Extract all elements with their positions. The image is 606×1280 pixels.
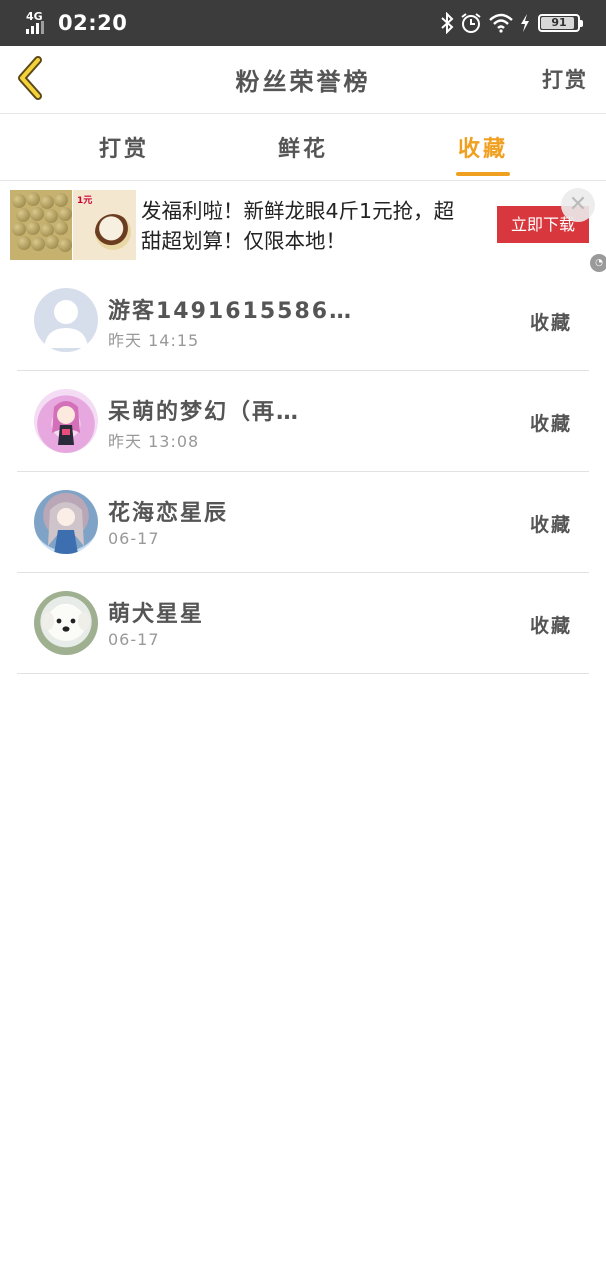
header: 粉丝荣誉榜 打赏	[0, 46, 606, 114]
fan-action: 收藏	[529, 413, 572, 435]
tab-bar: 打赏 鲜花 收藏	[0, 115, 606, 181]
user-silhouette-icon	[44, 300, 88, 348]
ad-close-icon[interactable]: ✕	[561, 188, 595, 222]
fan-time: 06-17	[108, 630, 160, 649]
tab-active-indicator	[456, 172, 510, 176]
ad-banner[interactable]: 1元 发福利啦！新鲜龙眼4斤1元抢，超甜超划算！仅限本地！ 立即下载 ✕ ◔	[0, 182, 606, 272]
status-left: 4G 02:20	[26, 10, 127, 36]
fan-time: 昨天 13:08	[108, 432, 200, 451]
longan-pile-image	[10, 190, 72, 260]
list-item[interactable]: 花海恋星辰 06-17 收藏	[17, 472, 589, 573]
anime-avatar	[34, 389, 98, 453]
battery-percent: 91	[551, 16, 567, 29]
anime-avatar	[34, 490, 98, 554]
alarm-icon	[461, 13, 481, 33]
list-item[interactable]: 游客1491615586… 昨天 14:15 收藏	[17, 270, 589, 371]
anime-girl-image	[52, 401, 80, 445]
longan-peeled-image: 1元	[73, 190, 136, 260]
tab-reward[interactable]: 打赏	[99, 131, 149, 163]
fan-name: 游客1491615586…	[108, 299, 354, 324]
list-item[interactable]: 呆萌的梦幻（再… 昨天 13:08 收藏	[17, 371, 589, 472]
fan-action: 收藏	[529, 312, 572, 334]
page-title: 粉丝荣誉榜	[235, 68, 371, 96]
status-time: 02:20	[58, 11, 128, 35]
signal-icon: 4G	[26, 11, 52, 35]
fan-name: 呆萌的梦幻（再…	[108, 400, 301, 425]
battery-icon: 91	[538, 14, 583, 32]
reward-button[interactable]: 打赏	[542, 64, 588, 94]
ad-badge-icon: ◔	[590, 254, 606, 272]
fan-name: 花海恋星辰	[108, 501, 229, 526]
anime-girl-image	[48, 502, 84, 554]
tab-favorites[interactable]: 收藏	[458, 131, 508, 163]
dog-avatar	[34, 591, 98, 655]
wifi-icon	[489, 13, 513, 33]
fan-action: 收藏	[529, 514, 572, 536]
ad-text: 发福利啦！新鲜龙眼4斤1元抢，超甜超划算！仅限本地！	[141, 199, 455, 253]
ad-image-tag: 1元	[77, 196, 93, 206]
puppy-image	[42, 605, 90, 641]
fan-list: 游客1491615586… 昨天 14:15 收藏 呆萌的梦幻（再… 昨天 13…	[17, 270, 589, 674]
fan-time: 昨天 14:15	[108, 331, 200, 350]
ad-image: 1元	[10, 190, 136, 260]
fan-name: 萌犬星星	[108, 602, 205, 627]
guest-avatar	[34, 288, 98, 352]
status-right: 91	[440, 10, 583, 36]
fan-time: 06-17	[108, 529, 160, 548]
fan-action: 收藏	[529, 615, 572, 637]
bluetooth-icon	[441, 12, 454, 34]
tab-flowers[interactable]: 鲜花	[278, 131, 328, 163]
status-bar: 4G 02:20 91	[0, 0, 606, 46]
charging-icon	[521, 14, 529, 32]
list-item[interactable]: 萌犬星星 06-17 收藏	[17, 573, 589, 674]
